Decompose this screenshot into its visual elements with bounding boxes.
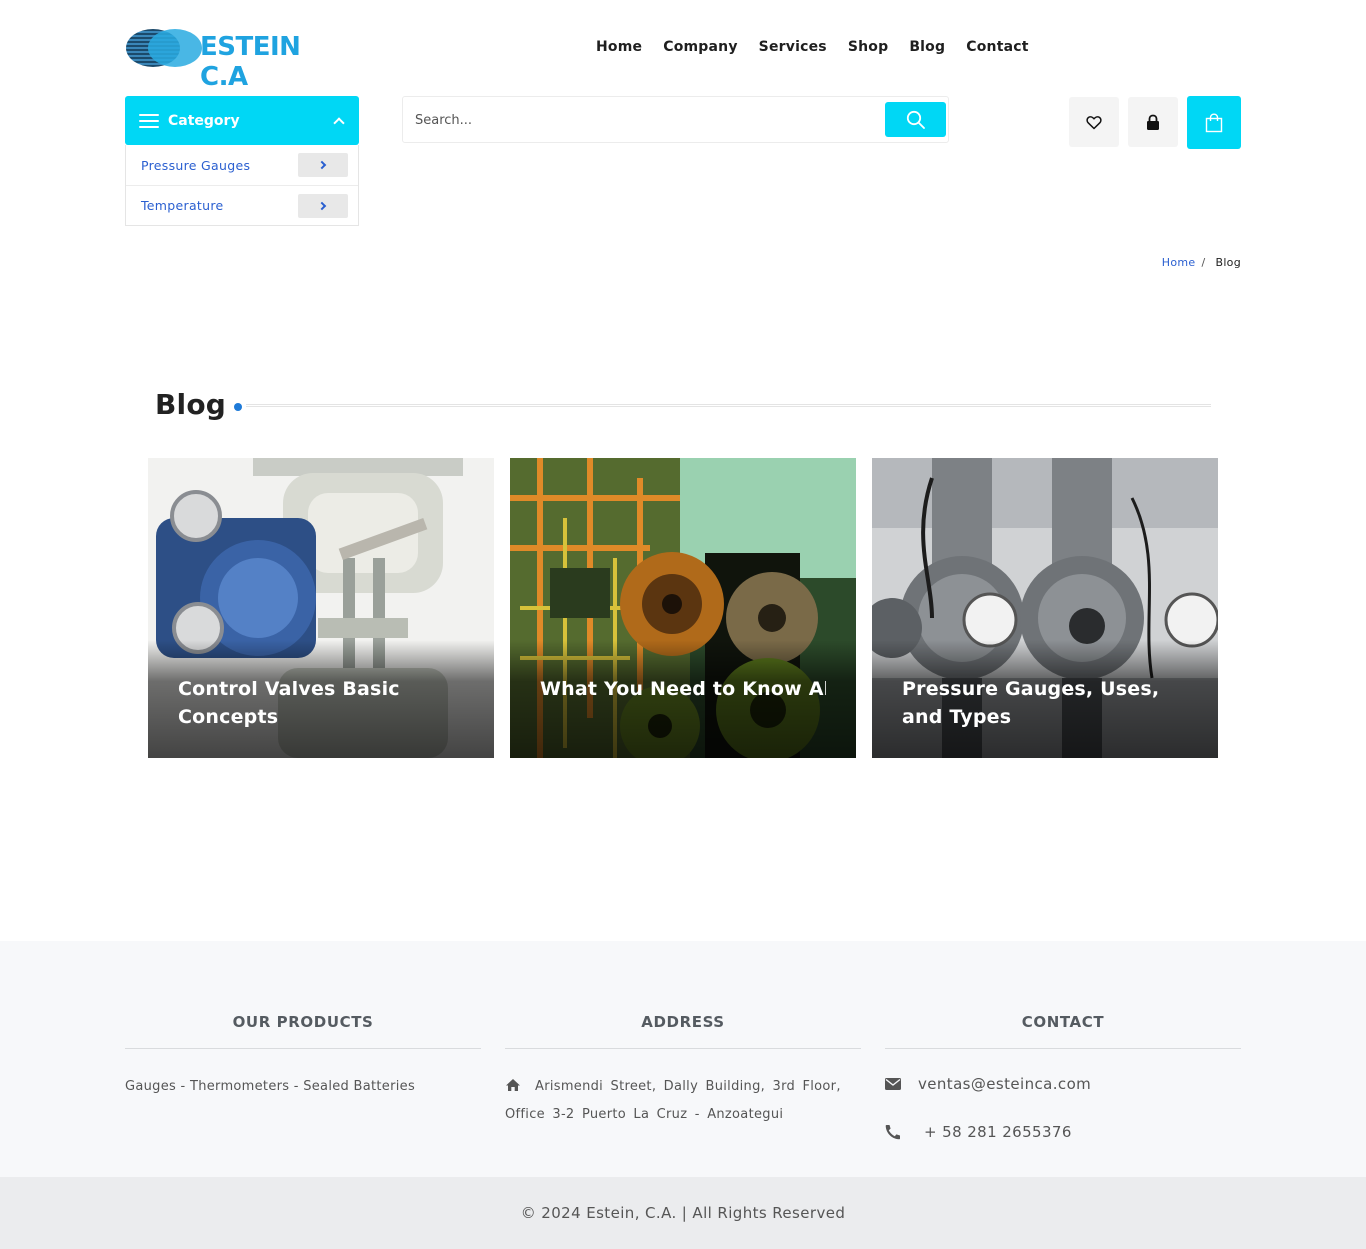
lock-icon <box>1147 114 1159 130</box>
footer-products-text: Gauges - Thermometers - Sealed Batteries <box>125 1079 416 1094</box>
chevron-right-icon <box>317 201 327 210</box>
nav-home[interactable]: Home <box>596 39 642 55</box>
address-text: Arismendi Street, Dally Building, 3rd Fl… <box>505 1079 841 1122</box>
footer-phone-link[interactable]: + 58 281 2655376 <box>924 1123 1072 1141</box>
blog-post-card[interactable]: Control Valves Basic Concepts <box>148 458 494 758</box>
cart-button[interactable] <box>1187 96 1241 149</box>
nav-company[interactable]: Company <box>663 39 737 55</box>
heart-icon <box>1086 115 1102 129</box>
footer-products-heading: OUR PRODUCTS <box>125 1013 481 1049</box>
footer-address-heading: ADDRESS <box>505 1013 861 1049</box>
footer-address-text: Arismendi Street, Dally Building, 3rd Fl… <box>505 1073 845 1129</box>
wishlist-button[interactable] <box>1069 97 1119 147</box>
section-heading: Blog <box>155 388 243 421</box>
category-item-label[interactable]: Pressure Gauges <box>141 158 250 173</box>
main-nav: Home Company Services Shop Blog Contact <box>596 39 1029 55</box>
home-icon <box>506 1079 520 1091</box>
search-icon <box>906 110 925 129</box>
chevron-right-icon <box>317 160 327 170</box>
category-item-pressure-gauges[interactable]: Pressure Gauges <box>126 145 358 185</box>
breadcrumb-current: Blog <box>1215 256 1241 269</box>
breadcrumb-separator: / <box>1201 256 1206 269</box>
search-button[interactable] <box>885 102 946 137</box>
footer-address-column: ADDRESS <box>505 1013 861 1049</box>
footer-email-link[interactable]: ventas@esteinca.com <box>918 1075 1091 1093</box>
search-bar <box>402 96 949 143</box>
blog-post-title[interactable]: Pressure Gauges, Uses, and Types <box>902 675 1188 731</box>
category-expand-button[interactable] <box>298 193 348 218</box>
logo-mark-icon <box>126 27 204 69</box>
footer-email-row: ventas@esteinca.com <box>885 1075 1091 1093</box>
breadcrumb-home-link[interactable]: Home <box>1162 256 1196 269</box>
site-footer: OUR PRODUCTS ADDRESS CONTACT <box>0 941 1366 1177</box>
page-title: Blog <box>155 388 227 421</box>
nav-contact[interactable]: Contact <box>966 39 1028 55</box>
blog-post-title[interactable]: What You Need to Know About Pressure Gau… <box>540 675 826 703</box>
footer-phone-row: + 58 281 2655376 <box>885 1123 1072 1141</box>
blog-post-title[interactable]: Control Valves Basic Concepts <box>178 675 464 731</box>
heading-divider <box>246 404 1211 407</box>
account-button[interactable] <box>1128 97 1178 147</box>
footer-contact-column: CONTACT <box>885 1013 1241 1049</box>
footer-products-column: OUR PRODUCTS <box>125 1013 481 1049</box>
nav-shop[interactable]: Shop <box>848 39 889 55</box>
phone-icon <box>885 1124 901 1140</box>
blog-post-card[interactable]: Pressure Gauges, Uses, and Types <box>872 458 1218 758</box>
site-logo[interactable]: ESTEIN C.A <box>126 26 356 92</box>
heading-dot-icon <box>234 402 243 411</box>
category-title: Category <box>168 112 240 129</box>
category-item-label[interactable]: Temperature <box>141 198 223 213</box>
logo-text: ESTEIN C.A <box>200 32 301 92</box>
category-expand-button[interactable] <box>298 153 348 177</box>
category-list: Pressure Gauges Temperature <box>125 145 359 226</box>
footer-contact-heading: CONTACT <box>885 1013 1241 1049</box>
shopping-bag-icon <box>1205 112 1223 132</box>
nav-blog[interactable]: Blog <box>909 39 945 55</box>
category-toggle[interactable]: Category <box>125 96 359 145</box>
category-item-temperature[interactable]: Temperature <box>126 185 358 225</box>
breadcrumb: Home / Blog <box>1162 256 1241 269</box>
blog-post-card[interactable]: What You Need to Know About Pressure Gau… <box>510 458 856 758</box>
copyright-bar: © 2024 Estein, C.A. | All Rights Reserve… <box>0 1177 1366 1249</box>
nav-services[interactable]: Services <box>759 39 827 55</box>
chevron-up-icon <box>333 116 345 129</box>
search-input[interactable] <box>415 109 855 131</box>
hamburger-icon <box>139 113 159 128</box>
copyright-text: © 2024 Estein, C.A. | All Rights Reserve… <box>520 1204 846 1222</box>
envelope-icon <box>885 1078 901 1090</box>
